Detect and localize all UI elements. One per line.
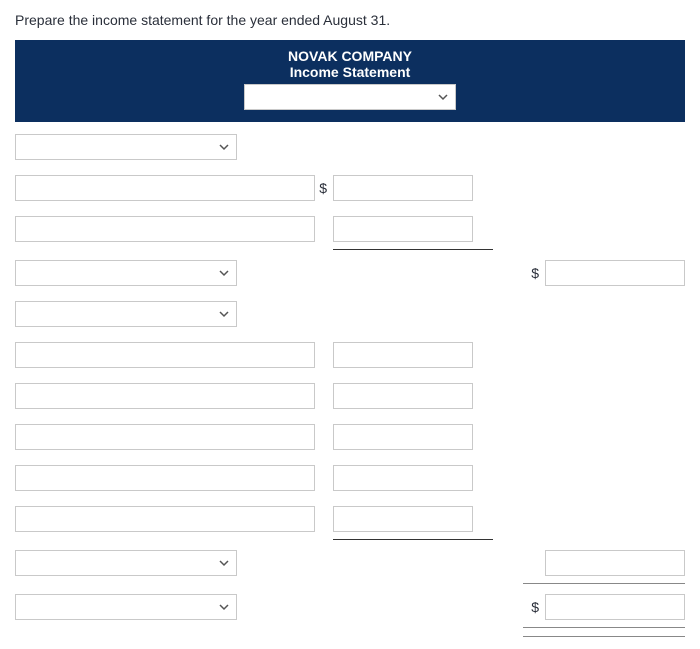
exp4-value-input[interactable] [333, 465, 473, 491]
period-select[interactable] [244, 84, 456, 110]
exp5-value-input[interactable] [333, 506, 473, 532]
exp2-value-input[interactable] [333, 383, 473, 409]
line2-label-input[interactable] [15, 216, 315, 242]
expenses-section-select[interactable] [15, 301, 237, 327]
right-subtotal-underline [523, 583, 685, 584]
line1-value-input[interactable] [333, 175, 473, 201]
exp1-label-input[interactable] [15, 342, 315, 368]
chevron-down-icon [437, 91, 449, 103]
exp3-value-input[interactable] [333, 424, 473, 450]
total-expenses-select[interactable] [15, 550, 237, 576]
subtotal-underline [333, 249, 493, 250]
dollar-sign: $ [237, 599, 545, 615]
exp4-label-input[interactable] [15, 465, 315, 491]
chevron-down-icon [218, 141, 230, 153]
company-name: NOVAK COMPANY [15, 48, 685, 64]
statement-title: Income Statement [15, 64, 685, 80]
chevron-down-icon [218, 601, 230, 613]
dollar-sign: $ [237, 265, 545, 281]
exp3-label-input[interactable] [15, 424, 315, 450]
chevron-down-icon [218, 308, 230, 320]
net-underline-2 [523, 636, 685, 637]
instruction-text: Prepare the income statement for the yea… [15, 12, 685, 28]
exp1-value-input[interactable] [333, 342, 473, 368]
total-revenue-value-input[interactable] [545, 260, 685, 286]
exp5-label-input[interactable] [15, 506, 315, 532]
revenue-section-select[interactable] [15, 134, 237, 160]
net-income-select[interactable] [15, 594, 237, 620]
total-expenses-value-input[interactable] [545, 550, 685, 576]
line1-label-input[interactable] [15, 175, 315, 201]
line2-value-input[interactable] [333, 216, 473, 242]
exp2-label-input[interactable] [15, 383, 315, 409]
chevron-down-icon [218, 557, 230, 569]
expenses-subtotal-underline [333, 539, 493, 540]
chevron-down-icon [218, 267, 230, 279]
form-area: $ $ [15, 122, 685, 637]
statement-header: NOVAK COMPANY Income Statement [15, 40, 685, 122]
total-revenue-select[interactable] [15, 260, 237, 286]
dollar-sign: $ [315, 180, 333, 196]
net-income-value-input[interactable] [545, 594, 685, 620]
net-underline-1 [523, 627, 685, 628]
